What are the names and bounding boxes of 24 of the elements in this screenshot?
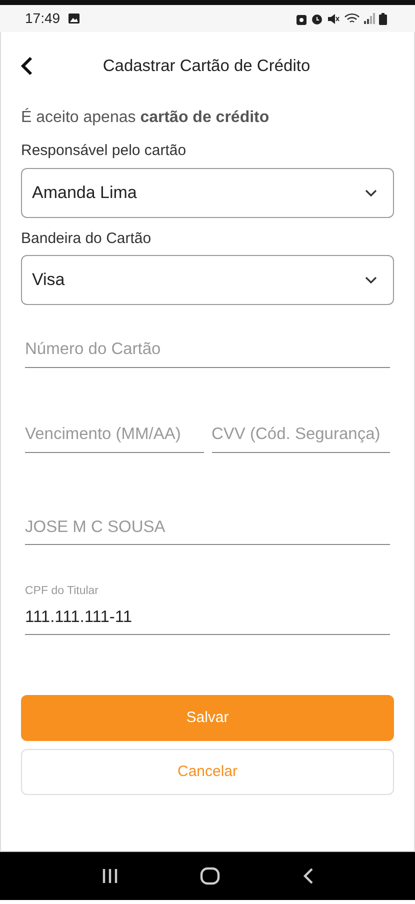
chevron-down-icon (365, 188, 377, 196)
field-label: Bandeira do Cartão (21, 228, 152, 248)
wifi-icon (344, 12, 360, 24)
select-field[interactable]: Visa (21, 255, 394, 305)
chevron-down-icon (365, 276, 377, 284)
input-field[interactable]: CVV (Cód. Segurança) (212, 418, 390, 452)
alarm-icon (311, 12, 323, 24)
back-icon[interactable] (21, 56, 33, 76)
signal-icon (364, 13, 375, 24)
image-icon (68, 13, 80, 24)
select-field[interactable]: Amanda Lima (21, 168, 394, 218)
home-icon[interactable] (200, 867, 220, 885)
input-field[interactable]: JOSE M C SOUSA (25, 510, 390, 546)
notice-text: É aceito apenas cartão de crédito (21, 107, 270, 128)
mute-icon (327, 12, 340, 24)
floating-label: CPF do Titular (25, 584, 100, 600)
field-label: Responsável pelo cartão (21, 141, 188, 161)
input-field[interactable]: Vencimento (MM/AA) (25, 418, 204, 452)
page-title: Cadastrar Cartão de Crédito (102, 56, 312, 77)
input-field[interactable]: 111.111.111-11 (25, 600, 390, 636)
battery-icon (379, 12, 387, 24)
input-field[interactable]: Número do Cartão (25, 333, 390, 368)
status-time: 17:49 (25, 9, 60, 28)
recent-apps-icon[interactable] (100, 868, 119, 884)
